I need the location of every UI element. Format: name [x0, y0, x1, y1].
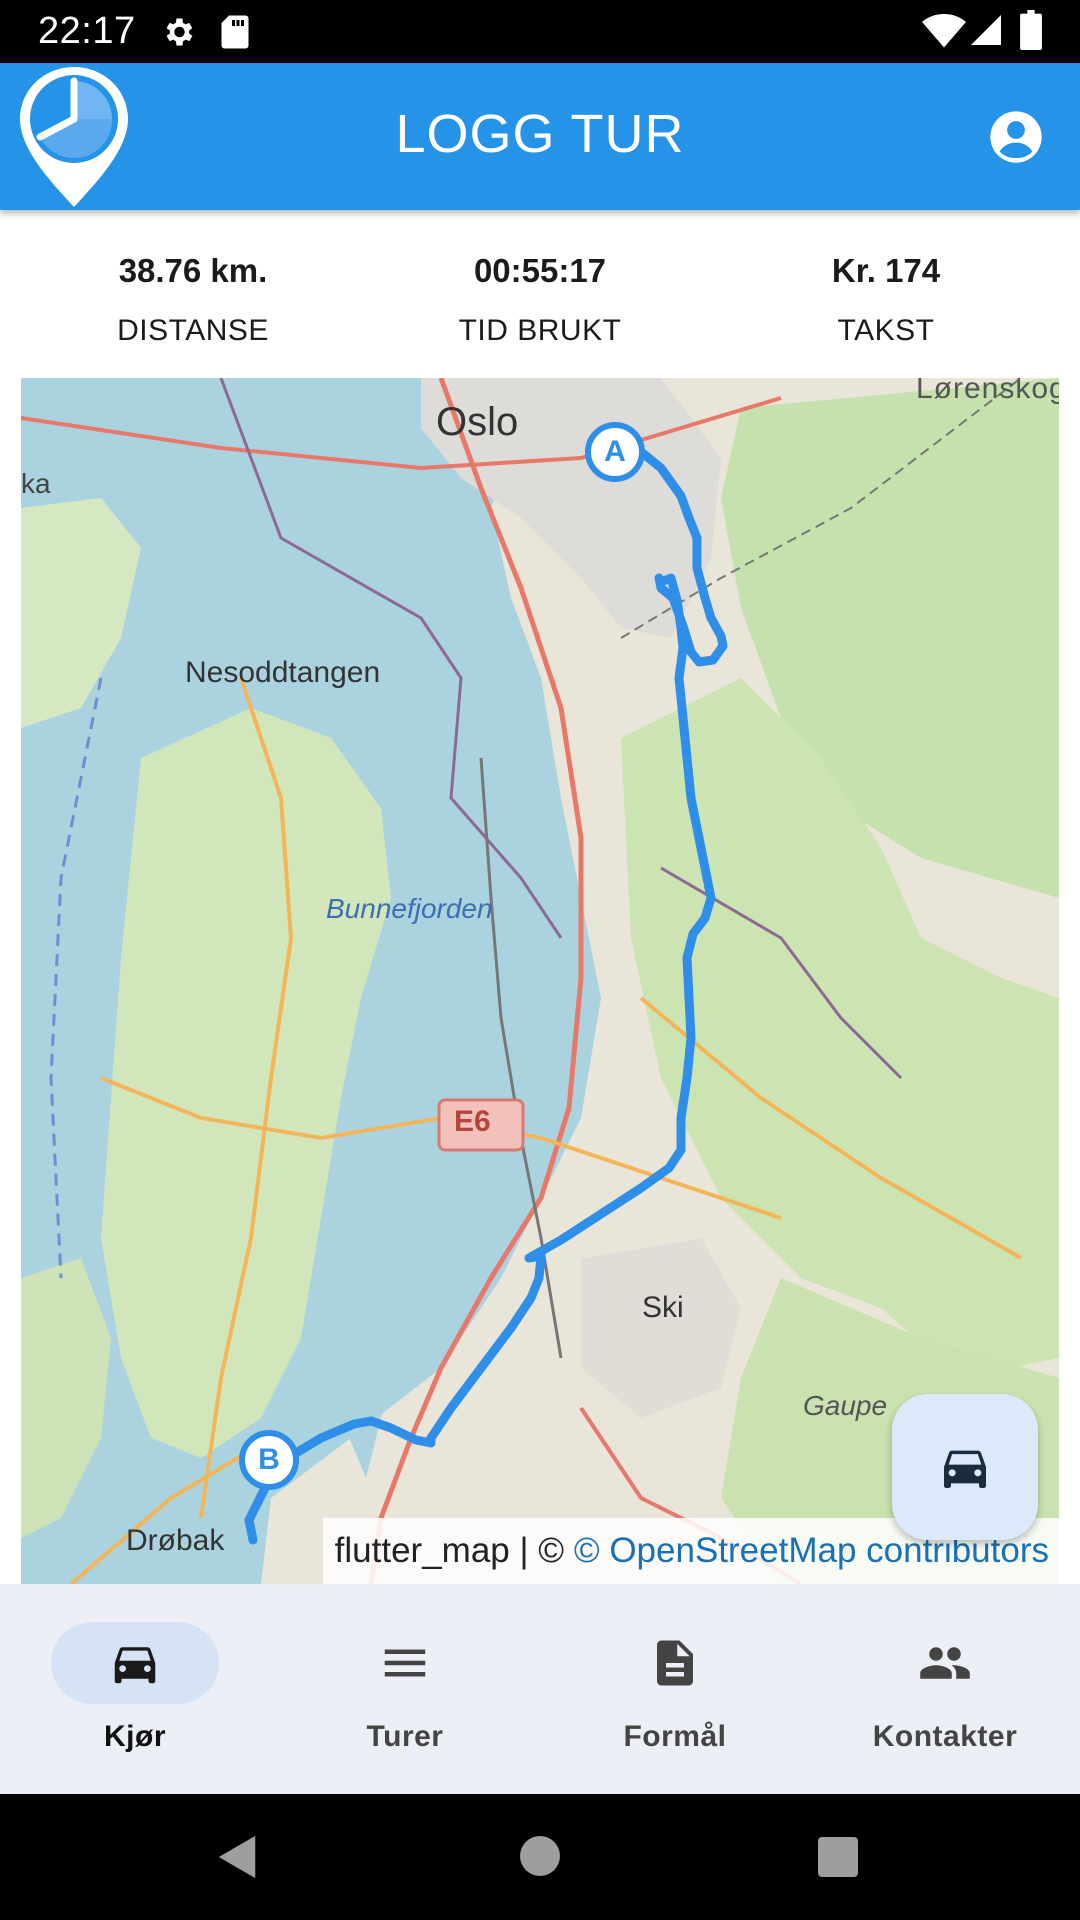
nav-item-turer[interactable]: Turer	[270, 1584, 540, 1794]
back-icon[interactable]	[216, 1834, 260, 1880]
people-icon	[920, 1647, 970, 1679]
nav-label-kontakter: Kontakter	[872, 1720, 1018, 1753]
time-value: 00:55:17	[473, 252, 607, 289]
fare-stat: Kr. 174 TAKST	[746, 252, 1026, 348]
settings-icon	[166, 18, 193, 46]
map-label-oslo: Oslo	[436, 400, 519, 444]
nav-item-formal[interactable]: Formål	[540, 1584, 810, 1794]
marker-a-label: A	[604, 435, 626, 468]
car-icon	[944, 1450, 986, 1488]
map-label-e6: E6	[454, 1105, 491, 1138]
marker-b-label: B	[258, 1443, 280, 1476]
trip-stats: 38.76 km. DISTANSE 00:55:17 TID BRUKT Kr…	[0, 210, 1080, 378]
time-stat: 00:55:17 TID BRUKT	[400, 252, 680, 348]
home-icon[interactable]	[520, 1836, 560, 1876]
document-icon	[657, 1640, 693, 1686]
car-icon	[114, 1647, 156, 1684]
recents-icon[interactable]	[818, 1837, 858, 1877]
nav-item-kontakter[interactable]: Kontakter	[810, 1584, 1080, 1794]
map-label-ski: Ski	[642, 1291, 684, 1324]
map-label-bunnefjorden: Bunnefjorden	[326, 893, 493, 924]
nav-label-kjor: Kjør	[104, 1720, 166, 1753]
bottom-navigation: Kjør Turer Formål Kontakter	[0, 1584, 1080, 1794]
nav-label-formal: Formål	[623, 1720, 727, 1753]
map-label-gaupe: Gaupe	[803, 1390, 888, 1421]
time-label: TID BRUKT	[458, 314, 622, 347]
wifi-icon	[922, 14, 966, 48]
fare-label: TAKST	[837, 314, 935, 347]
nav-item-kjor[interactable]: Kjør	[0, 1584, 270, 1794]
distance-stat: 38.76 km. DISTANSE	[53, 252, 333, 348]
battery-icon	[1020, 10, 1042, 50]
distance-label: DISTANSE	[117, 314, 269, 347]
status-time: 22:17	[38, 10, 136, 52]
map-label-drobak: Drøbak	[126, 1524, 225, 1557]
distance-value: 38.76 km.	[118, 252, 268, 289]
map-label-lorenskog: Lørenskog	[916, 378, 1059, 405]
fare-value: Kr. 174	[831, 252, 941, 289]
sd-card-icon	[221, 15, 249, 49]
attribution-text: flutter_map | ©	[334, 1531, 574, 1570]
menu-icon	[384, 1649, 426, 1677]
signal-icon	[971, 15, 1001, 45]
nav-label-turer: Turer	[366, 1720, 444, 1753]
start-trip-button[interactable]	[892, 1394, 1038, 1540]
map-label-ka: ka	[21, 468, 51, 499]
app-bar: LOGG TUR	[0, 63, 1080, 210]
route-end-marker[interactable]: B	[239, 1430, 299, 1490]
status-bar: 22:17	[0, 0, 1080, 63]
account-circle-icon[interactable]	[988, 109, 1044, 165]
page-title: LOGG TUR	[395, 104, 685, 164]
route-start-marker[interactable]: A	[585, 422, 645, 482]
system-navigation-bar	[0, 1794, 1080, 1920]
map-label-nesoddtangen: Nesoddtangen	[185, 656, 381, 689]
